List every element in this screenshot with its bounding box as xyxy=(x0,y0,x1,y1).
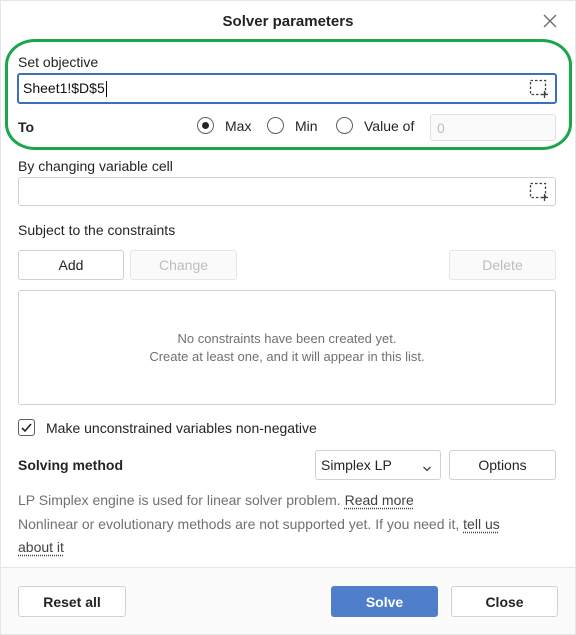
empty-message-line2: Create at least one, and it will appear … xyxy=(149,348,425,364)
radio-value-of[interactable]: Value of xyxy=(336,117,414,134)
text-caret xyxy=(105,81,107,98)
close-button[interactable]: Close xyxy=(451,586,558,617)
solver-dialog: Solver parameters Set objective Sheet1!$… xyxy=(0,0,576,635)
radio-selected-dot xyxy=(202,122,209,129)
objective-cell-value: Sheet1!$D$5 xyxy=(23,79,105,96)
nonnegative-checkbox[interactable] xyxy=(18,419,35,436)
close-icon[interactable] xyxy=(539,10,561,32)
radio-value-of-label: Value of xyxy=(364,117,415,134)
info-line1: LP Simplex engine is used for linear sol… xyxy=(18,488,414,512)
radio-min-label: Min xyxy=(295,117,318,134)
empty-message-line1: No constraints have been created yet. xyxy=(177,330,397,346)
constraints-label: Subject to the constraints xyxy=(18,222,176,238)
solve-button[interactable]: Solve xyxy=(331,586,438,617)
range-select-icon[interactable] xyxy=(529,182,549,202)
constraints-list[interactable]: No constraints have been created yet. Cr… xyxy=(18,290,556,405)
objective-cell-input[interactable]: Sheet1!$D$5 xyxy=(17,73,557,104)
radio-value-of-button[interactable] xyxy=(336,117,353,134)
radio-min[interactable]: Min xyxy=(267,117,318,134)
to-label: To xyxy=(18,119,35,135)
info-line2: Nonlinear or evolutionary methods are no… xyxy=(18,512,563,536)
info-line2-text: Nonlinear or evolutionary methods are no… xyxy=(18,516,460,532)
set-objective-label: Set objective xyxy=(18,54,99,70)
variable-cell-label: By changing variable cell xyxy=(18,158,173,174)
info-line3: about it xyxy=(18,535,64,559)
checkmark-icon xyxy=(21,423,32,433)
variable-cell-input[interactable] xyxy=(18,177,556,206)
chevron-down-icon xyxy=(422,461,432,472)
radio-max-label: Max xyxy=(225,117,252,134)
radio-max-button[interactable] xyxy=(197,117,214,134)
value-of-placeholder: 0 xyxy=(437,119,445,136)
value-of-input[interactable]: 0 xyxy=(430,114,556,141)
add-constraint-button[interactable]: Add xyxy=(18,250,124,280)
options-button[interactable]: Options xyxy=(449,450,556,480)
solving-method-value: Simplex LP xyxy=(321,457,392,473)
info-line1-text: LP Simplex engine is used for linear sol… xyxy=(18,492,341,508)
radio-max[interactable]: Max xyxy=(197,117,251,134)
radio-min-button[interactable] xyxy=(267,117,284,134)
delete-constraint-button[interactable]: Delete xyxy=(449,250,556,280)
reset-all-button[interactable]: Reset all xyxy=(18,586,126,617)
read-more-link[interactable]: Read more xyxy=(345,492,414,508)
solving-method-label: Solving method xyxy=(18,457,123,473)
change-constraint-button[interactable]: Change xyxy=(130,250,237,280)
dialog-title: Solver parameters xyxy=(222,13,354,30)
solving-method-select[interactable]: Simplex LP xyxy=(315,450,441,480)
tell-us-link-continued[interactable]: about it xyxy=(18,539,64,555)
tell-us-link[interactable]: tell us xyxy=(463,516,500,532)
nonnegative-label: Make unconstrained variables non-negativ… xyxy=(46,420,317,436)
range-select-icon[interactable] xyxy=(529,79,549,99)
